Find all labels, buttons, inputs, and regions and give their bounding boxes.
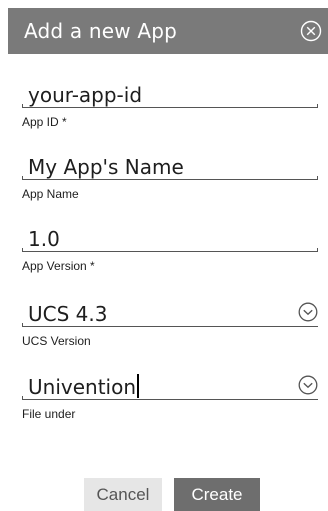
app-version-label: App Version * [22, 259, 95, 273]
app-id-underline [22, 104, 318, 108]
app-name-label: App Name [22, 187, 79, 201]
add-app-dialog: Add a new App your-app-id App ID * My Ap… [0, 0, 328, 511]
app-version-input[interactable]: 1.0 [22, 222, 318, 252]
app-id-label: App ID * [22, 115, 67, 129]
dialog-titlebar: Add a new App [8, 8, 328, 54]
ucs-version-field: UCS 4.3 UCS Version [22, 297, 318, 349]
app-name-input[interactable]: My App's Name [22, 150, 318, 180]
file-under-underline [22, 396, 318, 400]
dialog-title: Add a new App [24, 19, 178, 43]
cancel-button[interactable]: Cancel [84, 478, 162, 511]
chevron-down-icon[interactable] [298, 375, 318, 395]
ucs-version-label: UCS Version [22, 334, 91, 348]
app-version-field: 1.0 App Version * [22, 222, 318, 274]
app-name-field: My App's Name App Name [22, 150, 318, 202]
create-button[interactable]: Create [174, 478, 260, 511]
app-id-field: your-app-id App ID * [22, 78, 318, 130]
app-id-input[interactable]: your-app-id [22, 78, 318, 108]
app-version-underline [22, 248, 318, 252]
ucs-version-underline [22, 323, 318, 327]
file-under-select[interactable]: Univention [22, 370, 318, 400]
chevron-down-icon[interactable] [298, 302, 318, 322]
ucs-version-select[interactable]: UCS 4.3 [22, 297, 318, 327]
close-icon[interactable] [300, 20, 322, 42]
app-name-underline [22, 176, 318, 180]
text-cursor [137, 374, 139, 398]
file-under-field: Univention File under [22, 370, 318, 422]
file-under-label: File under [22, 407, 76, 421]
